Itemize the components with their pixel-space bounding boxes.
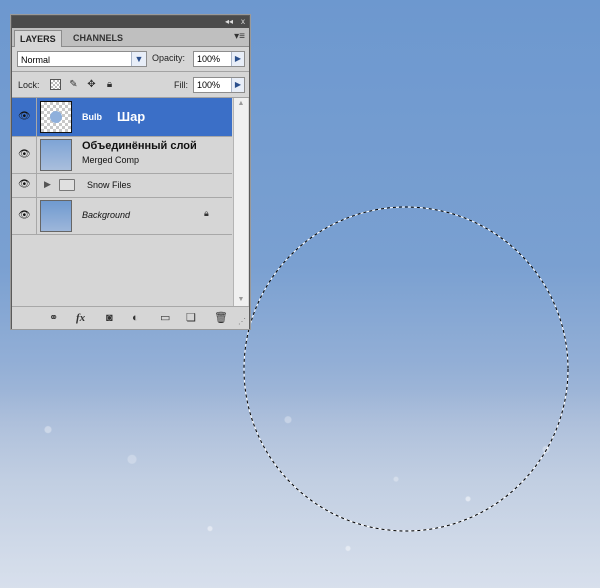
- fill-field[interactable]: 100% ▶: [193, 77, 245, 93]
- layer-thumbnail: [40, 139, 72, 171]
- panel-footer: ⚭ fx ◙ ◐ ▭ ❏ 🗑︎ ⋰: [12, 306, 249, 329]
- blend-mode-select[interactable]: Normal ▼: [17, 51, 147, 67]
- visibility-toggle[interactable]: 👁︎: [12, 98, 37, 136]
- fx-icon[interactable]: fx: [76, 312, 85, 324]
- fill-label: Fill:: [174, 80, 188, 90]
- lock-all-icon[interactable]: 🔒︎: [104, 79, 115, 90]
- lock-label: Lock:: [18, 80, 40, 90]
- panel-tabs: LAYERS CHANNELS ▾≡: [12, 28, 249, 47]
- folder-icon: [59, 179, 75, 191]
- panel-menu-icon[interactable]: ▾≡: [234, 32, 245, 42]
- lock-row: Lock: ✎ ✥ 🔒︎ Fill: 100% ▶: [12, 73, 249, 97]
- layer-row-bulb[interactable]: 👁︎ Bulb Шар: [12, 98, 232, 137]
- chevron-right-icon[interactable]: ▶: [231, 52, 244, 66]
- layer-thumbnail: [40, 101, 72, 133]
- lock-icon: 🔒︎: [204, 208, 209, 218]
- expand-arrow-icon[interactable]: ▶: [44, 179, 51, 190]
- layer-name: Background: [82, 210, 131, 220]
- fill-value: 100%: [197, 80, 221, 90]
- layer-subtitle: Merged Comp: [82, 155, 140, 165]
- visibility-toggle[interactable]: 👁︎: [12, 173, 37, 197]
- eye-icon: 👁︎: [18, 148, 31, 160]
- folder-icon[interactable]: ▭: [160, 312, 170, 324]
- collapse-icon[interactable]: ◂◂: [225, 16, 233, 28]
- layer-name: Snow Files: [87, 180, 132, 190]
- eye-icon: 👁︎: [18, 209, 31, 221]
- layer-row-merged[interactable]: 👁︎ Объединённый слой Merged Comp: [12, 136, 232, 174]
- panel-titlebar[interactable]: ◂◂ x: [12, 16, 249, 28]
- opacity-value: 100%: [197, 54, 221, 64]
- layer-name: Bulb: [82, 112, 102, 122]
- layer-row-snow-files[interactable]: 👁︎ ▶ Snow Files: [12, 173, 232, 198]
- opacity-label: Opacity:: [152, 53, 186, 63]
- lock-transparent-icon[interactable]: [50, 79, 61, 90]
- layer-annotation: Шар: [117, 109, 146, 124]
- layer-row-background[interactable]: 👁︎ Background 🔒︎: [12, 197, 232, 235]
- opacity-field[interactable]: 100% ▶: [193, 51, 245, 67]
- new-layer-icon[interactable]: ❏: [186, 312, 196, 324]
- blend-mode-value: Normal: [21, 55, 51, 65]
- chevron-right-icon[interactable]: ▶: [231, 78, 244, 92]
- chevron-down-icon: ▼: [131, 52, 146, 66]
- layers-scrollbar[interactable]: ▲ ▼: [233, 98, 248, 306]
- trash-icon[interactable]: 🗑︎: [214, 312, 228, 324]
- resize-grip-icon[interactable]: ⋰: [238, 316, 246, 328]
- close-icon[interactable]: x: [241, 16, 245, 28]
- eye-icon: 👁︎: [18, 111, 31, 122]
- layers-list: 👁︎ Bulb Шар 👁︎ Объединённый слой Merged …: [12, 98, 232, 298]
- eye-icon: 👁︎: [18, 179, 31, 190]
- layer-name: Объединённый слой: [82, 140, 197, 152]
- blend-row: Normal ▼ Opacity: 100% ▶: [12, 48, 249, 70]
- visibility-toggle[interactable]: 👁︎: [12, 197, 37, 234]
- scroll-down-icon[interactable]: ▼: [234, 294, 248, 306]
- tab-layers[interactable]: LAYERS: [14, 30, 62, 47]
- lock-move-icon[interactable]: ✥: [86, 79, 97, 90]
- lock-brush-icon[interactable]: ✎: [68, 79, 79, 90]
- link-icon[interactable]: ⚭: [49, 312, 58, 324]
- layer-thumbnail: [40, 200, 72, 232]
- mask-icon[interactable]: ◙: [106, 312, 113, 324]
- layers-panel: ◂◂ x LAYERS CHANNELS ▾≡ Normal ▼ Opacity…: [11, 15, 250, 329]
- scroll-up-icon[interactable]: ▲: [234, 98, 248, 110]
- visibility-toggle[interactable]: 👁︎: [12, 136, 37, 173]
- tab-channels[interactable]: CHANNELS: [68, 30, 128, 46]
- adjustment-icon[interactable]: ◐: [132, 312, 139, 324]
- divider: [12, 71, 249, 72]
